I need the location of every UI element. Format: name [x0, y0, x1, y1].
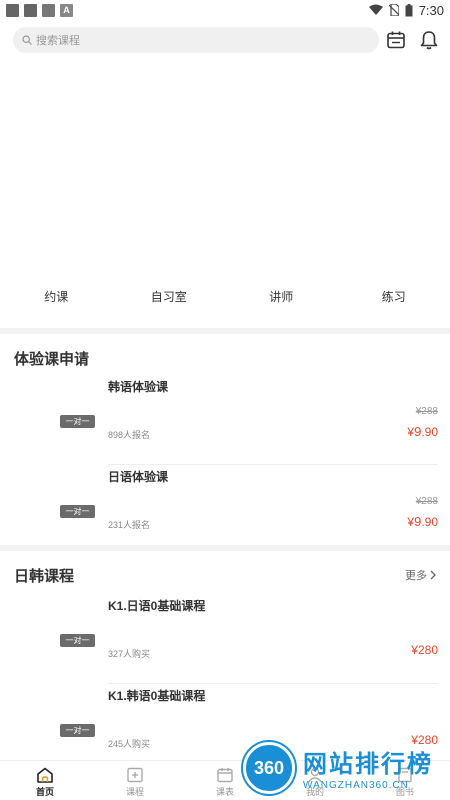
tab-label: 课程 — [125, 787, 144, 797]
calendar-icon[interactable] — [385, 29, 407, 51]
course-name: 日语体验课 — [108, 470, 169, 484]
search-icon — [22, 35, 32, 45]
trial-course-card[interactable]: 一对一 韩语体验课 898人报名 ¥288 ¥9.90 — [0, 375, 450, 465]
chevron-right-icon — [430, 570, 436, 580]
course-original-price: ¥288 — [415, 496, 438, 507]
divider — [0, 545, 450, 551]
tab-label: 首页 — [35, 787, 54, 797]
clock: 7:30 — [418, 2, 444, 18]
schedule-icon — [217, 768, 233, 783]
bottom-nav: 首页 课程 课表 我的 图书 — [0, 760, 450, 800]
course-price: ¥280 — [411, 733, 438, 747]
search-input[interactable]: 搜索课程 — [13, 27, 379, 53]
book-icon — [398, 767, 412, 783]
wifi-icon — [368, 4, 383, 15]
tab-label: 我的 — [305, 787, 324, 797]
tab-schedule[interactable]: 课表 — [180, 761, 270, 800]
course-price: ¥280 — [411, 643, 438, 657]
course-enroll-count: 898人报名 — [108, 430, 151, 440]
quick-nav-book-class[interactable]: 约课 — [0, 288, 113, 312]
quick-nav-study-room[interactable]: 自习室 — [113, 288, 226, 312]
divider — [0, 328, 450, 334]
course-card[interactable]: 一对一 K1.日语0基础课程 327人购买 ¥280 — [0, 594, 450, 684]
course-price: ¥9.90 — [407, 514, 438, 529]
battery-icon — [405, 3, 413, 16]
more-link[interactable]: 更多 — [405, 567, 436, 583]
course-enroll-count: 231人报名 — [108, 520, 151, 530]
home-icon — [37, 767, 53, 783]
quick-nav-teachers[interactable]: 讲师 — [225, 288, 338, 312]
bell-icon[interactable] — [418, 29, 440, 51]
course-tag: 一对一 — [60, 505, 95, 518]
tab-books[interactable]: 图书 — [360, 761, 450, 800]
trial-course-card[interactable]: 一对一 日语体验课 231人报名 ¥288 ¥9.90 — [0, 465, 450, 555]
person-icon — [307, 767, 323, 783]
system-icons: 7:30 — [368, 2, 444, 18]
tab-label: 图书 — [395, 787, 414, 797]
search-row: 搜索课程 — [0, 26, 450, 54]
course-name: K1.日语0基础课程 — [108, 599, 206, 613]
course-tag: 一对一 — [60, 415, 95, 428]
more-label: 更多 — [405, 570, 427, 582]
image-icon — [42, 3, 55, 17]
quick-nav-practice[interactable]: 练习 — [338, 288, 450, 312]
font-icon: A — [60, 3, 73, 17]
quick-nav: 约课 自习室 讲师 练习 — [0, 288, 450, 312]
course-price: ¥9.90 — [407, 424, 438, 439]
course-icon — [127, 767, 143, 783]
tab-profile[interactable]: 我的 — [270, 761, 360, 800]
course-original-price: ¥288 — [415, 406, 438, 417]
course-buy-count: 327人购买 — [108, 649, 151, 659]
notification-icons: A — [6, 3, 73, 17]
section-title-courses: 日韩课程 — [14, 568, 75, 585]
course-tag: 一对一 — [60, 724, 95, 737]
section-title-trial: 体验课申请 — [14, 351, 90, 368]
tab-home[interactable]: 首页 — [0, 761, 90, 800]
course-name: 韩语体验课 — [108, 380, 169, 394]
tab-label: 课表 — [215, 787, 234, 797]
status-bar: A 7:30 — [0, 0, 450, 20]
notification-icon — [6, 3, 19, 17]
search-placeholder: 搜索课程 — [36, 35, 80, 47]
no-sim-icon — [388, 4, 399, 16]
course-tag: 一对一 — [60, 634, 95, 647]
notification-icon — [24, 3, 37, 17]
course-name: K1.韩语0基础课程 — [108, 689, 206, 703]
course-buy-count: 245人购买 — [108, 739, 151, 749]
tab-courses[interactable]: 课程 — [90, 761, 180, 800]
